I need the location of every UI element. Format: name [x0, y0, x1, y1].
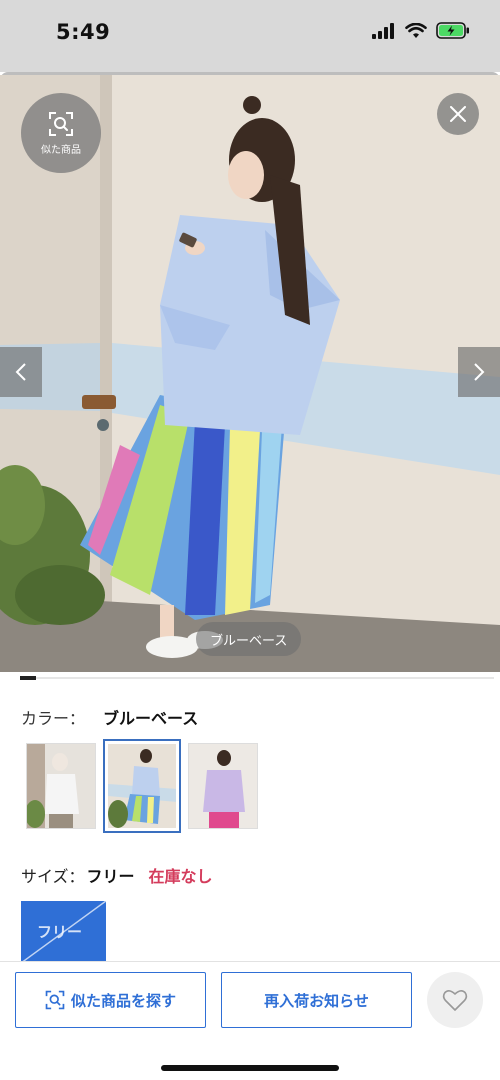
close-button[interactable] — [437, 93, 479, 135]
size-label: サイズ： — [21, 867, 85, 886]
carousel-indicator-track — [20, 677, 494, 679]
image-search-icon — [45, 990, 65, 1010]
image-color-caption: ブルーベース — [196, 622, 302, 656]
color-swatch-white[interactable] — [26, 743, 96, 829]
close-icon — [450, 106, 466, 122]
status-bar: 5:49 — [0, 0, 500, 72]
status-icons — [372, 22, 470, 39]
color-swatch-lavender[interactable] — [188, 743, 258, 829]
color-swatch-list — [26, 739, 258, 833]
swatch-image-lavender — [189, 744, 257, 828]
color-value: ブルーベース — [103, 709, 199, 728]
image-search-icon — [49, 111, 73, 136]
swatch-image-blue — [108, 744, 176, 828]
find-similar-label: 似た商品を探す — [70, 991, 176, 1010]
color-label: カラー： — [21, 709, 86, 728]
next-image-button[interactable] — [458, 347, 500, 397]
size-option-label: フリー — [37, 923, 83, 941]
restock-notify-label: 再入荷お知らせ — [264, 991, 369, 1010]
carousel-indicator-thumb — [20, 676, 36, 680]
product-image-carousel[interactable]: 似た商品 ブルーベース — [0, 75, 500, 672]
battery-charging-icon — [436, 22, 469, 39]
wifi-icon — [405, 22, 427, 38]
swatch-image-white — [27, 744, 95, 828]
similar-items-badge[interactable]: 似た商品 — [21, 93, 101, 173]
color-swatch-blue[interactable] — [103, 739, 181, 833]
size-selection-row: サイズ： フリー 在庫なし — [21, 863, 213, 887]
size-value: フリー — [86, 867, 135, 886]
prev-image-button[interactable] — [0, 347, 42, 397]
find-similar-button[interactable]: 似た商品を探す — [15, 972, 206, 1028]
similar-items-badge-label: 似た商品 — [41, 144, 81, 156]
restock-notify-button[interactable]: 再入荷お知らせ — [221, 972, 412, 1028]
status-time: 5:49 — [56, 20, 111, 44]
color-selection-row: カラー： ブルーベース — [21, 705, 198, 729]
signal-icon — [372, 22, 394, 39]
bottom-action-bar: 似た商品を探す 再入荷お知らせ — [0, 961, 500, 1080]
chevron-right-icon — [474, 363, 485, 381]
home-indicator — [161, 1065, 339, 1071]
favorite-button[interactable] — [427, 972, 483, 1028]
chevron-left-icon — [15, 363, 26, 381]
size-option-free[interactable]: フリー — [21, 901, 106, 963]
stock-status: 在庫なし — [148, 867, 213, 886]
heart-icon — [442, 990, 468, 1011]
